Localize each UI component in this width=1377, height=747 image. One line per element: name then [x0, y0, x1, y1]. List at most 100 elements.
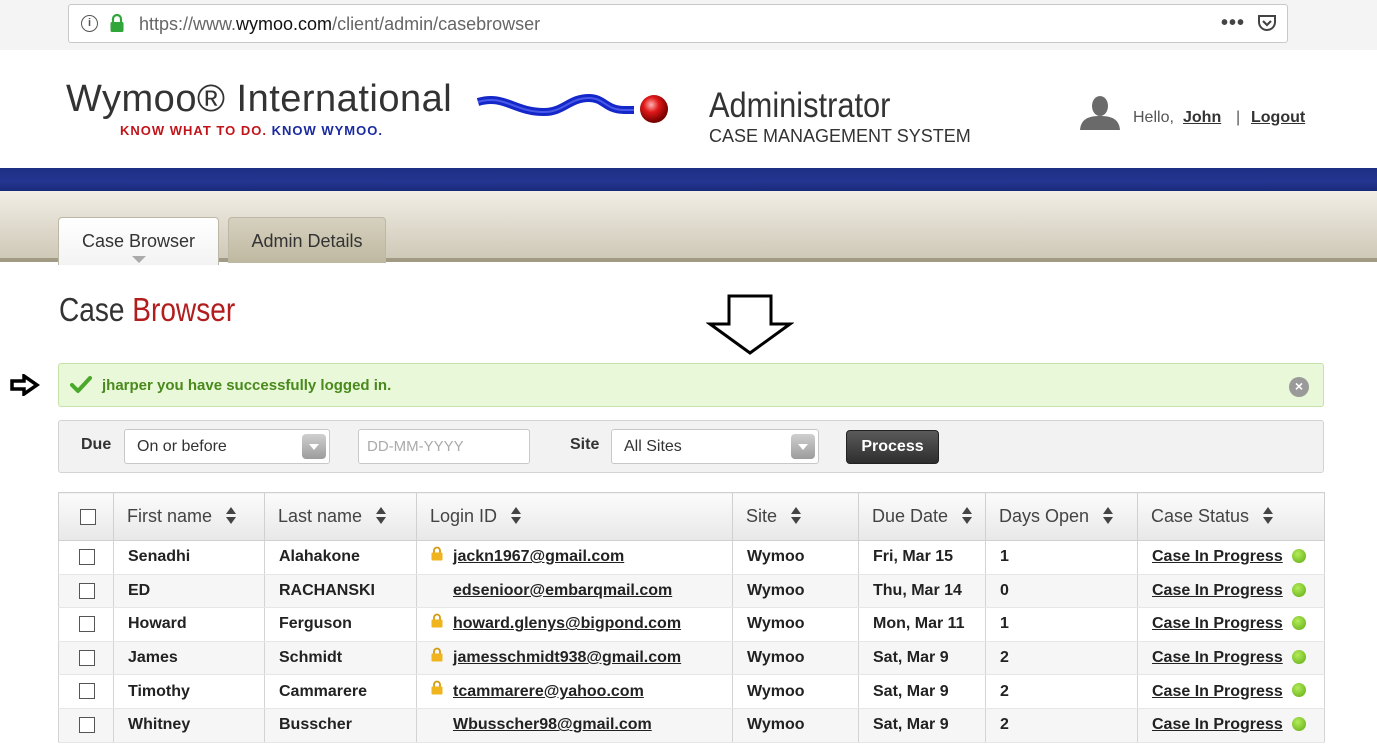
- sort-icon[interactable]: [962, 506, 973, 526]
- first-name-cell: Howard: [113, 607, 265, 642]
- site-select[interactable]: All Sites: [611, 429, 819, 464]
- row-checkbox[interactable]: [79, 649, 95, 666]
- due-date-cell: Mon, Mar 11: [858, 607, 986, 642]
- sort-icon[interactable]: [791, 506, 802, 526]
- case-status-cell: Case In Progress: [1137, 708, 1325, 743]
- process-button[interactable]: Process: [846, 430, 939, 464]
- row-checkbox[interactable]: [79, 582, 95, 599]
- due-date-input[interactable]: [358, 429, 530, 464]
- site-cell: Wymoo: [732, 574, 859, 609]
- url-text[interactable]: https://www.wymoo.com/client/admin/caseb…: [139, 14, 540, 35]
- alert-message: jharper you have successfully logged in.: [102, 377, 392, 394]
- case-status-link[interactable]: Case In Progress: [1152, 582, 1283, 599]
- last-name-cell: Ferguson: [264, 607, 417, 642]
- tab-admin-details[interactable]: Admin Details: [228, 217, 386, 263]
- sort-icon[interactable]: [1103, 506, 1114, 526]
- logo-wave-graphic: [476, 93, 668, 123]
- status-dot-icon: [1291, 717, 1306, 732]
- case-status-cell: Case In Progress: [1137, 607, 1325, 642]
- case-table: First name Last name Login ID Site Due D…: [58, 492, 1325, 743]
- login-id-cell: jamesschmidt938@gmail.com: [416, 641, 733, 676]
- days-open-cell: 2: [985, 708, 1138, 743]
- row-select-cell: [58, 708, 114, 743]
- header-separator: |: [1236, 109, 1241, 126]
- first-name-cell: Timothy: [113, 674, 265, 709]
- row-select-cell: [58, 540, 114, 575]
- row-checkbox[interactable]: [79, 616, 95, 633]
- lock-icon: [110, 13, 124, 32]
- table-row[interactable]: Howard Ferguson howard.glenys@bigpond.com W…: [58, 607, 1325, 642]
- table-row[interactable]: Whitney Busscher Wbusscher98@gmail.com Wymo…: [58, 708, 1325, 743]
- table-row[interactable]: James Schmidt jamesschmidt938@gmail.com Wym…: [58, 641, 1325, 676]
- case-status-link[interactable]: Case In Progress: [1152, 649, 1283, 666]
- row-checkbox[interactable]: [79, 683, 95, 700]
- due-select[interactable]: On or before: [124, 429, 330, 464]
- last-name-cell: Alahakone: [264, 540, 417, 575]
- case-status-link[interactable]: Case In Progress: [1152, 683, 1283, 700]
- site-cell: Wymoo: [732, 540, 859, 575]
- close-icon[interactable]: ×: [1289, 377, 1309, 397]
- table-row[interactable]: Timothy Cammarere tcammarere@yahoo.com Wymo…: [58, 674, 1325, 709]
- tab-case-browser[interactable]: Case Browser: [58, 217, 219, 265]
- select-all-checkbox[interactable]: [80, 509, 96, 526]
- site-label: Site: [570, 436, 600, 453]
- column-header-site[interactable]: Site: [732, 492, 859, 541]
- case-status-link[interactable]: Case In Progress: [1152, 548, 1283, 565]
- sort-icon[interactable]: [376, 506, 387, 526]
- column-header-last-name[interactable]: Last name: [264, 492, 417, 541]
- case-status-cell: Case In Progress: [1137, 540, 1325, 575]
- login-id-link[interactable]: jamesschmidt938@gmail.com: [453, 649, 681, 666]
- row-select-cell: [58, 574, 114, 609]
- last-name-cell: Busscher: [264, 708, 417, 743]
- lock-icon: [431, 647, 443, 662]
- login-id-link[interactable]: jackn1967@gmail.com: [453, 548, 624, 565]
- table-row[interactable]: ED RACHANSKI edsenioor@embarqmail.com Wymoo…: [58, 574, 1325, 609]
- first-name-cell: James: [113, 641, 265, 676]
- table-row[interactable]: Senadhi Alahakone jackn1967@gmail.com Wymoo…: [58, 540, 1325, 575]
- sort-icon[interactable]: [511, 506, 522, 526]
- column-header-days-open[interactable]: Days Open: [985, 492, 1138, 541]
- header-band: [0, 168, 1377, 191]
- row-select-cell: [58, 641, 114, 676]
- logout-link[interactable]: Logout: [1251, 109, 1305, 127]
- lock-icon: [431, 613, 443, 628]
- case-status-link[interactable]: Case In Progress: [1152, 716, 1283, 733]
- chevron-down-icon[interactable]: [302, 434, 326, 459]
- address-bar[interactable]: i https://www.wymoo.com/client/admin/cas…: [68, 4, 1288, 43]
- browser-toolbar: i https://www.wymoo.com/client/admin/cas…: [0, 0, 1377, 50]
- wymoo-logo[interactable]: Wymoo® International KNOW WHAT TO DO. KN…: [62, 78, 687, 140]
- last-name-cell: RACHANSKI: [264, 574, 417, 609]
- days-open-cell: 1: [985, 540, 1138, 575]
- login-id-link[interactable]: Wbusscher98@gmail.com: [453, 716, 652, 733]
- column-header-login-id[interactable]: Login ID: [416, 492, 733, 541]
- due-label: Due: [81, 436, 112, 453]
- status-dot-icon: [1291, 616, 1306, 631]
- row-checkbox[interactable]: [79, 549, 95, 566]
- column-header-case-status[interactable]: Case Status: [1137, 492, 1325, 541]
- row-checkbox[interactable]: [79, 717, 95, 734]
- pocket-icon[interactable]: [1257, 14, 1277, 33]
- select-all-cell: [58, 492, 114, 541]
- row-select-cell: [58, 607, 114, 642]
- due-date-cell: Fri, Mar 15: [858, 540, 986, 575]
- info-icon[interactable]: i: [81, 15, 98, 32]
- success-alert: jharper you have successfully logged in.…: [58, 363, 1324, 407]
- due-date-cell: Sat, Mar 9: [858, 674, 986, 709]
- chevron-down-icon[interactable]: [791, 434, 815, 459]
- case-status-cell: Case In Progress: [1137, 674, 1325, 709]
- page-title: Case Browser: [59, 291, 236, 328]
- sort-icon[interactable]: [226, 506, 237, 526]
- user-name-link[interactable]: John: [1183, 109, 1221, 127]
- case-status-link[interactable]: Case In Progress: [1152, 615, 1283, 632]
- first-name-cell: ED: [113, 574, 265, 609]
- sort-icon[interactable]: [1263, 506, 1274, 526]
- more-actions-icon[interactable]: •••: [1221, 12, 1245, 35]
- status-dot-icon: [1291, 549, 1306, 564]
- last-name-cell: Cammarere: [264, 674, 417, 709]
- login-id-link[interactable]: tcammarere@yahoo.com: [453, 683, 644, 700]
- login-id-link[interactable]: howard.glenys@bigpond.com: [453, 615, 681, 632]
- login-id-link[interactable]: edsenioor@embarqmail.com: [453, 582, 672, 599]
- column-header-first-name[interactable]: First name: [113, 492, 265, 541]
- column-header-due-date[interactable]: Due Date: [858, 492, 986, 541]
- due-date-cell: Sat, Mar 9: [858, 708, 986, 743]
